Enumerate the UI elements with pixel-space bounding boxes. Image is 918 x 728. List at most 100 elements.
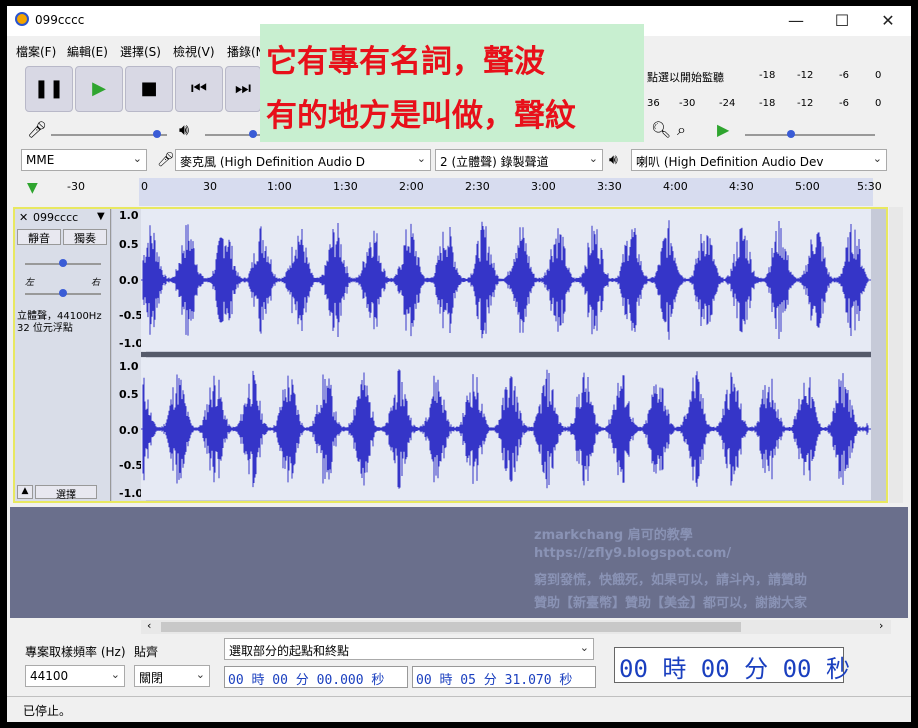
close-icon[interactable]: ✕ — [19, 211, 28, 224]
menu-select[interactable]: 選擇(S) — [120, 43, 161, 60]
microphone-icon: 🎤︎ — [157, 152, 175, 168]
vertical-scrollbar[interactable] — [889, 207, 903, 503]
y-axis-label: -1.0 — [119, 487, 144, 500]
status-text: 已停止。 — [23, 704, 72, 718]
gain-knob[interactable] — [59, 259, 67, 267]
horizontal-scrollbar[interactable]: ‹ › — [141, 619, 891, 634]
stop-button[interactable]: ■ — [125, 66, 173, 112]
ruler-label: 2:30 — [465, 180, 490, 193]
record-meter-label[interactable]: 點選以開始監聽 — [647, 69, 724, 85]
watermark-line: 贊助【新臺幣】贊助【美金】都可以，謝謝大家 — [534, 596, 808, 611]
selection-mode-value: 選取部分的起點和終點 — [229, 644, 350, 658]
recording-device-select[interactable]: 麥克風 (High Definition Audio D ⌄ — [175, 149, 431, 171]
waveform-right-svg — [141, 369, 871, 489]
y-axis-label: 0.0 — [119, 424, 139, 437]
recording-channels-value: 2 (立體聲) 錄製聲道 — [440, 155, 549, 169]
selection-mode-select[interactable]: 選取部分的起點和終點 ⌄ — [224, 638, 594, 660]
record-volume-slider[interactable] — [51, 134, 167, 136]
y-axis-label: -0.5 — [119, 459, 144, 472]
track-collapse-button[interactable]: ▲ — [17, 485, 33, 499]
caption-overlay: 它有專有名詞，聲波 有的地方是叫做，聲紋 — [260, 24, 644, 142]
ruler-label: 4:30 — [729, 180, 754, 193]
watermark-line: 窮到發慌，快餓死，如果可以，請斗內，請贊助 — [534, 573, 808, 588]
ruler-label: 1:00 — [267, 180, 292, 193]
audio-host-value: MME — [26, 153, 55, 167]
play-speed-knob[interactable] — [787, 130, 795, 138]
playback-volume-knob[interactable] — [249, 130, 257, 138]
project-rate-label: 專案取樣頻率 (Hz) — [25, 645, 126, 659]
status-bar: 已停止。 — [7, 696, 911, 722]
playback-device-select[interactable]: 喇叭 (High Definition Audio Dev ⌄ — [631, 149, 887, 171]
y-axis-label: 0.0 — [119, 274, 139, 287]
timeline-ruler[interactable]: 0 30 1:00 1:30 2:00 2:30 3:00 3:30 4:00 … — [139, 178, 882, 206]
pan-left-label: 左 — [25, 278, 35, 288]
menu-file[interactable]: 檔案(F) — [16, 43, 56, 60]
selection-end-time[interactable]: 00 時 05 分 31.070 秒 — [412, 666, 596, 688]
microphone-icon: 🎤︎ — [27, 120, 48, 139]
snap-label: 貼齊 — [134, 645, 159, 659]
playback-device-value: 喇叭 (High Definition Audio Dev — [636, 155, 824, 169]
chevron-down-icon[interactable]: ▼ — [97, 211, 105, 222]
maximize-button[interactable]: ☐ — [819, 6, 865, 36]
menu-edit[interactable]: 編輯(E) — [67, 43, 108, 60]
chevron-left-icon[interactable]: ‹ — [147, 619, 151, 632]
skip-end-button[interactable]: ⏭ — [225, 66, 261, 112]
app-icon — [15, 12, 29, 26]
mute-button[interactable]: 靜音 — [17, 229, 61, 245]
zoom-fit-icon[interactable]: ⌕ — [677, 120, 686, 140]
stop-icon: ■ — [140, 78, 158, 99]
watermark-line: zmarkchang 肩可的教學 — [534, 528, 693, 543]
record-volume-knob[interactable] — [153, 130, 161, 138]
skip-start-button[interactable]: ⏮ — [175, 66, 223, 112]
y-axis-label: 0.5 — [119, 238, 139, 251]
skip-end-icon: ⏭ — [234, 78, 252, 99]
chevron-down-icon: ⌄ — [110, 668, 120, 681]
menu-view[interactable]: 檢視(V) — [173, 43, 215, 60]
ruler-label: 4:00 — [663, 180, 688, 193]
close-button[interactable]: ✕ — [865, 6, 911, 36]
solo-button[interactable]: 獨奏 — [63, 229, 107, 245]
track-select-button[interactable]: 選擇 — [35, 485, 97, 501]
recording-device-value: 麥克風 (High Definition Audio D — [180, 155, 365, 169]
project-rate-value: 44100 — [30, 669, 69, 683]
selection-start-time[interactable]: 00 時 00 分 00.000 秒 — [224, 666, 408, 688]
ruler-label: 3:00 — [531, 180, 556, 193]
chevron-right-icon[interactable]: › — [879, 619, 883, 632]
speaker-icon: 🔊︎ — [179, 120, 190, 139]
watermark-line: https://zfly9.blogspot.com/ — [534, 546, 732, 561]
pan-knob[interactable] — [59, 289, 67, 297]
project-rate-select[interactable]: 44100 ⌄ — [25, 665, 125, 687]
play-at-speed-icon[interactable]: ▶ — [717, 120, 729, 139]
ruler-label: -30 — [67, 180, 85, 193]
y-axis-label: -1.0 — [119, 337, 144, 350]
scrollbar-thumb[interactable] — [161, 622, 741, 632]
play-icon: ▶ — [92, 78, 106, 99]
chevron-down-icon: ⌄ — [416, 152, 426, 165]
chevron-down-icon: ⌄ — [588, 152, 598, 165]
recording-channels-select[interactable]: 2 (立體聲) 錄製聲道 ⌄ — [435, 149, 603, 171]
chevron-down-icon: ⌄ — [579, 641, 589, 654]
timeline-play-icon[interactable]: ▼ — [27, 180, 38, 196]
zoom-in-icon[interactable]: 🔍︎ — [651, 120, 671, 139]
minimize-button[interactable]: — — [773, 6, 819, 36]
waveform-right-channel[interactable] — [141, 358, 871, 500]
audio-host-select[interactable]: MME ⌄ — [21, 149, 147, 171]
audio-position-display[interactable]: 00 時 00 分 00 秒 — [614, 647, 850, 683]
channel-divider — [141, 352, 871, 357]
play-button[interactable]: ▶ — [75, 66, 123, 112]
track-name-menu[interactable]: 099cccc — [33, 211, 78, 224]
pan-right-label: 右 — [91, 278, 101, 288]
waveform-left-channel[interactable] — [141, 209, 871, 351]
snap-select[interactable]: 關閉 ⌄ — [134, 665, 210, 687]
pause-button[interactable]: ❚❚ — [25, 66, 73, 112]
ruler-label: 1:30 — [333, 180, 358, 193]
track-bitdepth-label: 32 位元浮點 — [17, 323, 73, 334]
caption-line-2: 有的地方是叫做，聲紋 — [266, 98, 576, 134]
ruler-label: 0 — [141, 180, 148, 193]
play-speed-slider[interactable] — [745, 134, 875, 136]
speaker-icon: 🔊︎ — [609, 152, 618, 168]
ruler-label: 5:00 — [795, 180, 820, 193]
y-axis-label: 1.0 — [119, 360, 139, 373]
caption-line-1: 它有專有名詞，聲波 — [266, 44, 545, 80]
snap-value: 關閉 — [139, 671, 164, 685]
